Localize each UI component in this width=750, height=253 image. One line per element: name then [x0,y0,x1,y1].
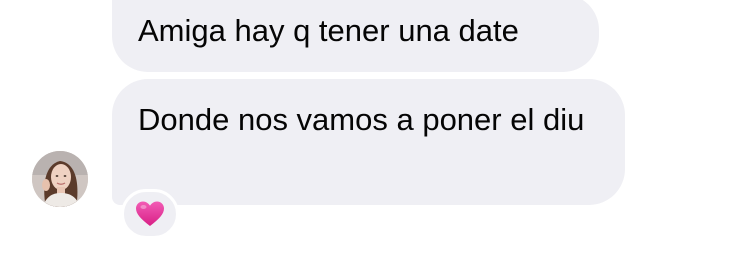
avatar-photo-icon [32,151,88,207]
message-text: Amiga hay q tener una date [138,13,519,48]
sender-avatar[interactable] [32,151,88,207]
message-bubble[interactable]: Amiga hay q tener una date [112,0,599,72]
message-thread: Amiga hay q tener una date Donde nos vam… [0,0,750,253]
reaction-badge[interactable] [121,189,179,239]
pink-heart-icon [136,201,164,226]
message-bubble[interactable]: Donde nos vamos a poner el diu [112,79,625,205]
message-text: Donde nos vamos a poner el diu [138,102,585,137]
